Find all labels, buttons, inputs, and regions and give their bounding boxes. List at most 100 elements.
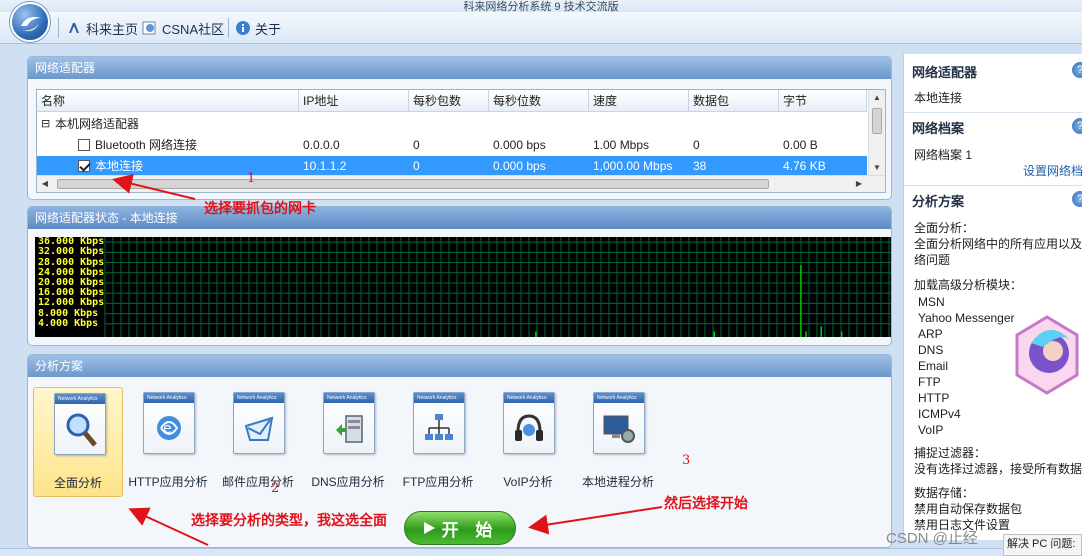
- logo-swirl-icon: [21, 17, 41, 32]
- analysis-scheme-title: 分析方案: [28, 355, 891, 377]
- title-bar: 科来网络分析系统 9 技术交流版: [0, 0, 1082, 13]
- side-profile-head: 网络档案: [912, 121, 965, 136]
- scheme-tile: Network Analytics: [413, 392, 465, 454]
- status-bar: [0, 548, 1082, 556]
- home-label: 科来主页: [86, 21, 139, 37]
- column-header-ip[interactable]: IP地址: [299, 90, 409, 112]
- annotation-step-3: 然后选择开始: [664, 496, 748, 512]
- module-item: Email: [918, 359, 949, 373]
- cell-packets: 38: [693, 159, 707, 173]
- scheme-tile: Network Analytics: [503, 392, 555, 454]
- community-link[interactable]: CSNA社区: [142, 19, 224, 37]
- annotation-number-2: 2: [271, 481, 280, 496]
- expand-toggle-icon[interactable]: ⊟: [41, 114, 50, 135]
- cell-name: 本地连接: [95, 159, 144, 173]
- scroll-down-icon[interactable]: ▼: [870, 161, 884, 175]
- cell-ip: 10.1.1.2: [303, 159, 347, 173]
- module-item: FTP: [918, 375, 941, 389]
- adapter-checkbox[interactable]: [78, 139, 90, 151]
- tile-band: Network Analytics: [594, 393, 644, 403]
- side-storage-1: 禁用自动保存数据包: [914, 502, 1023, 516]
- cell-name: Bluetooth 网络连接: [95, 138, 198, 152]
- annotation-number-1: 1: [247, 171, 256, 186]
- divider: [904, 112, 1082, 113]
- tile-band: Network Analytics: [504, 393, 554, 403]
- column-header-bps[interactable]: 每秒位数: [489, 90, 589, 112]
- tile-band: Network Analytics: [144, 393, 194, 403]
- adapters-table: 名称 IP地址 每秒包数 每秒位数 速度 数据包 字节 ⊟ 本机网络适配器 Bl…: [36, 89, 886, 193]
- cell-speed: 1.00 Mbps: [593, 138, 650, 152]
- app-logo[interactable]: [10, 2, 50, 42]
- side-full-label: 全面分析：: [914, 221, 975, 235]
- module-item: Yahoo Messenger: [918, 311, 1015, 325]
- info-icon: [236, 21, 250, 35]
- scheme-tile: Network Analytics: [593, 392, 645, 454]
- scheme-magnifier[interactable]: Network Analytics 全面分析: [33, 387, 123, 497]
- scheme-label: HTTP应用分析: [128, 475, 208, 489]
- home-icon: [69, 23, 79, 33]
- traffic-graph: 36.000 Kbps 32.000 Kbps 28.000 Kbps 24.000 …: [35, 237, 891, 337]
- annotation-step-2: 选择要分析的类型，我这选全面: [191, 513, 387, 529]
- traffic-chart: [104, 237, 891, 337]
- side-modules-label: 加载高级分析模块：: [914, 278, 1023, 292]
- column-header-pps[interactable]: 每秒包数: [409, 90, 489, 112]
- horizontal-scrollbar[interactable]: ◀ ▶: [37, 175, 885, 192]
- scroll-thumb[interactable]: [872, 108, 882, 134]
- cell-speed: 1,000.00 Mbps: [593, 159, 673, 173]
- scroll-left-icon[interactable]: ◀: [38, 177, 52, 191]
- module-item: ICMPv4: [918, 407, 961, 421]
- cell-bps: 0.000 bps: [493, 159, 546, 173]
- community-icon: [142, 21, 156, 35]
- scheme-label: 邮件应用分析: [221, 475, 294, 489]
- scheme-ie-globe[interactable]: Network Analytics e HTTP应用分析: [123, 387, 213, 497]
- column-header-name[interactable]: 名称: [37, 90, 299, 112]
- vertical-scrollbar[interactable]: ▲ ▼: [868, 90, 885, 177]
- notification-tip[interactable]: 解决 PC 问题:: [1003, 534, 1082, 556]
- module-item: ARP: [918, 327, 943, 341]
- scroll-right-icon[interactable]: ▶: [852, 177, 866, 191]
- side-filter-label: 捕捉过滤器：: [914, 446, 987, 460]
- column-header-speed[interactable]: 速度: [589, 90, 689, 112]
- annotation-number-3: 3: [682, 453, 691, 468]
- scheme-tile: Network Analytics e: [143, 392, 195, 454]
- summary-side-panel: 网络适配器 ? 本地连接 网络档案 ? 网络档案 1 设置网络档 分析方案 ? …: [903, 54, 1082, 540]
- scheme-label: DNS应用分析: [311, 475, 385, 489]
- scroll-up-icon[interactable]: ▲: [870, 91, 884, 105]
- side-full-desc-cont: 络问题: [914, 253, 951, 267]
- svg-text:e: e: [163, 421, 172, 437]
- about-link[interactable]: 关于: [235, 19, 281, 37]
- group-row[interactable]: ⊟ 本机网络适配器: [37, 114, 867, 135]
- home-link[interactable]: 科来主页: [66, 19, 138, 37]
- group-label: 本机网络适配器: [55, 117, 140, 131]
- help-icon[interactable]: ?: [1072, 118, 1082, 134]
- help-icon[interactable]: ?: [1072, 62, 1082, 78]
- cell-bytes: 0.00 B: [783, 138, 818, 152]
- table-row-selected[interactable]: 本地连接 10.1.1.2 0 0.000 bps 1,000.00 Mbps …: [37, 156, 867, 177]
- start-button[interactable]: 开 始: [404, 511, 516, 545]
- column-header-bytes[interactable]: 字节: [779, 90, 867, 112]
- toolbar-separator: [58, 18, 59, 38]
- table-row[interactable]: Bluetooth 网络连接 0.0.0.0 0 0.000 bps 1.00 …: [37, 135, 867, 156]
- profile-settings-link[interactable]: 设置网络档: [1023, 163, 1082, 179]
- scheme-server[interactable]: Network Analytics DNS应用分析: [303, 387, 393, 497]
- adapter-checkbox-checked[interactable]: [78, 160, 90, 172]
- module-item: VoIP: [918, 423, 944, 437]
- play-icon: [423, 522, 435, 534]
- adapters-panel-title: 网络适配器: [28, 57, 891, 79]
- side-adapter-head: 网络适配器: [912, 65, 978, 80]
- side-adapter-value: 本地连接: [914, 91, 963, 105]
- scheme-network-tree[interactable]: Network Analytics FTP应用分析: [393, 387, 483, 497]
- column-header-packets[interactable]: 数据包: [689, 90, 779, 112]
- scroll-thumb[interactable]: [57, 179, 769, 189]
- scheme-monitor-gear[interactable]: Network Analytics 本地进程分析: [573, 387, 663, 497]
- scheme-mail[interactable]: Network Analytics 邮件应用分析: [213, 387, 303, 497]
- assistant-avatar-icon[interactable]: [1013, 313, 1082, 397]
- scheme-tile: Network Analytics: [54, 393, 106, 455]
- start-label: 开 始: [441, 520, 499, 540]
- scheme-headset[interactable]: Network Analytics VoIP分析: [483, 387, 573, 497]
- help-icon[interactable]: ?: [1072, 191, 1082, 207]
- y-tick-label: 4.000 Kbps: [38, 317, 99, 329]
- side-scheme-head: 分析方案: [912, 194, 965, 209]
- scheme-label: VoIP分析: [503, 475, 553, 489]
- y-tick-label: 32.000 Kbps: [38, 246, 105, 258]
